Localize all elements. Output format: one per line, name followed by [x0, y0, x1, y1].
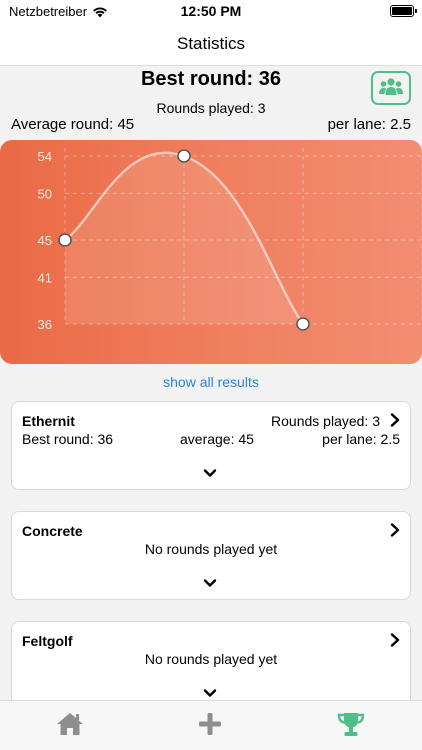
show-all-results-link[interactable]: show all results: [0, 374, 422, 390]
data-point: [296, 317, 310, 331]
course-per-lane: per lane: 2.5: [322, 431, 400, 447]
group-icon: [379, 78, 403, 95]
chevron-right-icon[interactable]: [390, 523, 400, 537]
y-tick-label: 41: [38, 270, 52, 285]
no-rounds-text: No rounds played yet: [144, 541, 278, 557]
series-area: [65, 152, 303, 324]
rounds-played-summary: Rounds played: 3: [156, 100, 266, 116]
status-time: 12:50 PM: [180, 3, 242, 19]
chevron-down-icon[interactable]: [203, 688, 217, 698]
status-bar: Netzbetreiber 12:50 PM: [0, 0, 422, 24]
results-chart: 54 50 45 41 36: [0, 140, 422, 364]
y-tick-label: 50: [38, 186, 52, 201]
course-card-concrete[interactable]: Concrete No rounds played yet: [11, 511, 411, 600]
chevron-right-icon[interactable]: [390, 633, 400, 647]
y-tick-label: 36: [38, 317, 52, 332]
best-round-heading: Best round: 36: [140, 68, 282, 90]
y-tick-label: 54: [38, 149, 52, 164]
tab-statistics[interactable]: [336, 711, 366, 741]
course-name: Feltgolf: [22, 633, 73, 649]
tab-bar: [0, 700, 422, 750]
tab-add[interactable]: [195, 711, 225, 741]
course-best-round: Best round: 36: [22, 431, 114, 447]
course-card-ethernit[interactable]: Ethernit Rounds played: 3 Best round: 36…: [11, 401, 411, 490]
trophy-icon: [337, 713, 365, 736]
data-point: [177, 149, 191, 163]
tab-home[interactable]: [55, 711, 85, 741]
course-rounds-played: Rounds played: 3: [271, 413, 380, 429]
course-name: Concrete: [22, 523, 83, 539]
data-point: [58, 233, 72, 247]
no-rounds-text: No rounds played yet: [144, 651, 278, 667]
average-round-summary: Average round: 45: [11, 116, 135, 133]
page-title: Statistics: [176, 34, 246, 53]
chevron-right-icon[interactable]: [390, 413, 400, 427]
course-card-feltgolf[interactable]: Feltgolf No rounds played yet: [11, 621, 411, 710]
chevron-down-icon[interactable]: [203, 578, 217, 588]
per-lane-summary: per lane: 2.5: [327, 116, 411, 133]
chevron-down-icon[interactable]: [203, 468, 217, 478]
plus-icon: [199, 713, 221, 735]
results-chart-svg: 54 50 45 41 36: [38, 148, 422, 332]
y-tick-label: 45: [38, 233, 52, 248]
nav-bar: Statistics: [0, 24, 422, 66]
course-average: average: 45: [180, 431, 254, 447]
battery-icon: [390, 5, 417, 17]
home-icon: [57, 713, 83, 735]
course-name: Ethernit: [22, 413, 75, 429]
